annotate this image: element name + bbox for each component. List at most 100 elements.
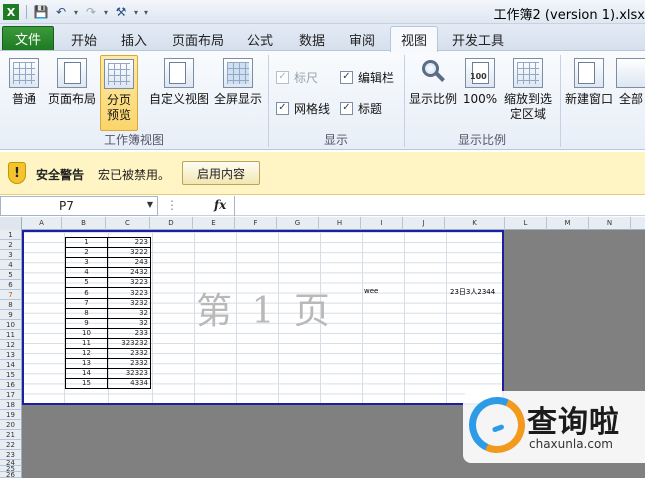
cell-b[interactable]: 9	[65, 317, 108, 329]
cell-c[interactable]: 3222	[107, 247, 151, 259]
column-header[interactable]: M	[547, 217, 589, 230]
row-header[interactable]: 14	[0, 360, 22, 370]
row-header[interactable]: 3	[0, 250, 22, 260]
tab-file[interactable]: 文件	[2, 26, 54, 51]
row-header[interactable]: 2	[0, 240, 22, 250]
undo-dropdown-icon[interactable]: ▾	[71, 2, 81, 22]
row-header[interactable]: 8	[0, 300, 22, 310]
cell-c[interactable]: 32323	[107, 368, 151, 380]
custom-views-button[interactable]: 自定义视图	[148, 55, 210, 131]
column-header[interactable]: J	[403, 217, 445, 230]
excel-app-icon[interactable]: X	[3, 4, 19, 20]
cell-b[interactable]: 5	[65, 277, 108, 289]
cell-c[interactable]: 32	[107, 307, 151, 319]
cell-c[interactable]: 243	[107, 257, 151, 269]
row-header[interactable]: 21	[0, 430, 22, 440]
cell-c[interactable]: 2332	[107, 348, 151, 360]
cell-c[interactable]: 3232	[107, 297, 151, 309]
column-header[interactable]: D	[150, 217, 193, 230]
new-window-button[interactable]: 新建窗口	[562, 55, 616, 131]
enable-content-button[interactable]: 启用内容	[182, 161, 260, 185]
row-header[interactable]: 19	[0, 410, 22, 420]
select-all-corner[interactable]	[0, 217, 22, 230]
cell-b[interactable]: 8	[65, 307, 108, 319]
cell-b[interactable]: 1	[65, 236, 108, 249]
formula-input[interactable]	[234, 196, 645, 216]
row-header[interactable]: 16	[0, 380, 22, 390]
cell-b[interactable]: 3	[65, 257, 108, 269]
column-header[interactable]: I	[361, 217, 403, 230]
column-header[interactable]: G	[277, 217, 319, 230]
customize-qat-icon[interactable]: ▾	[141, 2, 151, 22]
cell-b[interactable]: 15	[65, 378, 108, 390]
page-break-preview-button[interactable]: 分页预览	[100, 55, 138, 131]
row-header[interactable]: 5	[0, 270, 22, 280]
cell-b[interactable]: 11	[65, 337, 108, 350]
zoom-to-selection-button[interactable]: 缩放到选定区域	[500, 55, 556, 131]
column-header[interactable]: A	[22, 217, 62, 230]
redo-icon[interactable]: ↷	[81, 2, 101, 22]
cell-b[interactable]: 4	[65, 267, 108, 279]
cell-b[interactable]: 12	[65, 348, 108, 360]
name-box[interactable]: P7 ▼	[0, 196, 158, 216]
column-header[interactable]: F	[235, 217, 277, 230]
cell-b[interactable]: 6	[65, 287, 108, 299]
undo-icon[interactable]: ↶	[51, 2, 71, 22]
row-header[interactable]: 17	[0, 390, 22, 400]
cell-b[interactable]: 7	[65, 297, 108, 309]
arrange-all-button[interactable]: 全部	[616, 55, 645, 131]
cell-i6[interactable]: wee	[364, 287, 378, 295]
row-header[interactable]: 4	[0, 260, 22, 270]
column-header[interactable]: K	[445, 217, 505, 230]
row-header[interactable]: 7	[0, 290, 22, 300]
row-header[interactable]: 6	[0, 280, 22, 290]
cell-c[interactable]: 323232	[107, 337, 151, 350]
full-screen-button[interactable]: 全屏显示	[212, 55, 264, 131]
cell-c[interactable]: 233	[107, 327, 151, 339]
row-header[interactable]: 12	[0, 340, 22, 350]
tab-review[interactable]: 审阅	[340, 28, 384, 51]
row-header[interactable]: 18	[0, 400, 22, 410]
cell-b[interactable]: 13	[65, 358, 108, 370]
tab-view[interactable]: 视图	[390, 26, 438, 52]
ruler-checkbox[interactable]: ✓ 标尺	[276, 68, 318, 86]
column-header[interactable]: H	[319, 217, 361, 230]
normal-view-button[interactable]: 普通	[4, 55, 44, 131]
tab-insert[interactable]: 插入	[112, 28, 156, 51]
row-header[interactable]: 10	[0, 320, 22, 330]
page-layout-view-button[interactable]: 页面布局	[46, 55, 98, 131]
tools-dropdown-icon[interactable]: ▾	[131, 2, 141, 22]
cell-k6[interactable]: 23日3人2344	[450, 287, 495, 297]
row-header[interactable]: 1	[0, 230, 22, 240]
column-header[interactable]: E	[193, 217, 235, 230]
row-header[interactable]: 15	[0, 370, 22, 380]
zoom-100-button[interactable]: 100 100%	[462, 55, 498, 131]
row-header[interactable]: 20	[0, 420, 22, 430]
row-header[interactable]: 13	[0, 350, 22, 360]
cell-c[interactable]: 223	[107, 236, 151, 249]
save-icon[interactable]: 💾	[31, 2, 51, 22]
print-area-page-1[interactable]: 第 1 页 1 223 2 3222 3 243 4 2432 5 3223 6 3223 …	[22, 230, 504, 405]
column-header[interactable]: C	[106, 217, 150, 230]
cell-c[interactable]: 3223	[107, 287, 151, 299]
name-box-dropdown-icon[interactable]: ▼	[147, 200, 153, 209]
headings-checkbox[interactable]: ✓ 标题	[340, 99, 382, 117]
tab-home[interactable]: 开始	[62, 28, 106, 51]
row-header[interactable]: 9	[0, 310, 22, 320]
gridlines-checkbox[interactable]: ✓ 网格线	[276, 99, 330, 117]
tools-icon[interactable]: ⚒	[111, 2, 131, 22]
formula-bar-resize-handle[interactable]: ⋮	[166, 198, 178, 212]
tab-developer[interactable]: 开发工具	[444, 28, 512, 51]
cell-c[interactable]: 3223	[107, 277, 151, 289]
cell-c[interactable]: 4334	[107, 378, 151, 390]
zoom-button[interactable]: 显示比例	[408, 55, 458, 131]
row-header[interactable]: 22	[0, 440, 22, 450]
tab-page-layout[interactable]: 页面布局	[164, 28, 232, 51]
tab-data[interactable]: 数据	[290, 28, 334, 51]
cell-b[interactable]: 14	[65, 368, 108, 380]
cell-b[interactable]: 10	[65, 327, 108, 339]
row-header[interactable]: 26	[0, 472, 22, 478]
insert-function-icon[interactable]: fx	[214, 198, 226, 212]
cell-c[interactable]: 2432	[107, 267, 151, 279]
cell-c[interactable]: 32	[107, 317, 151, 329]
